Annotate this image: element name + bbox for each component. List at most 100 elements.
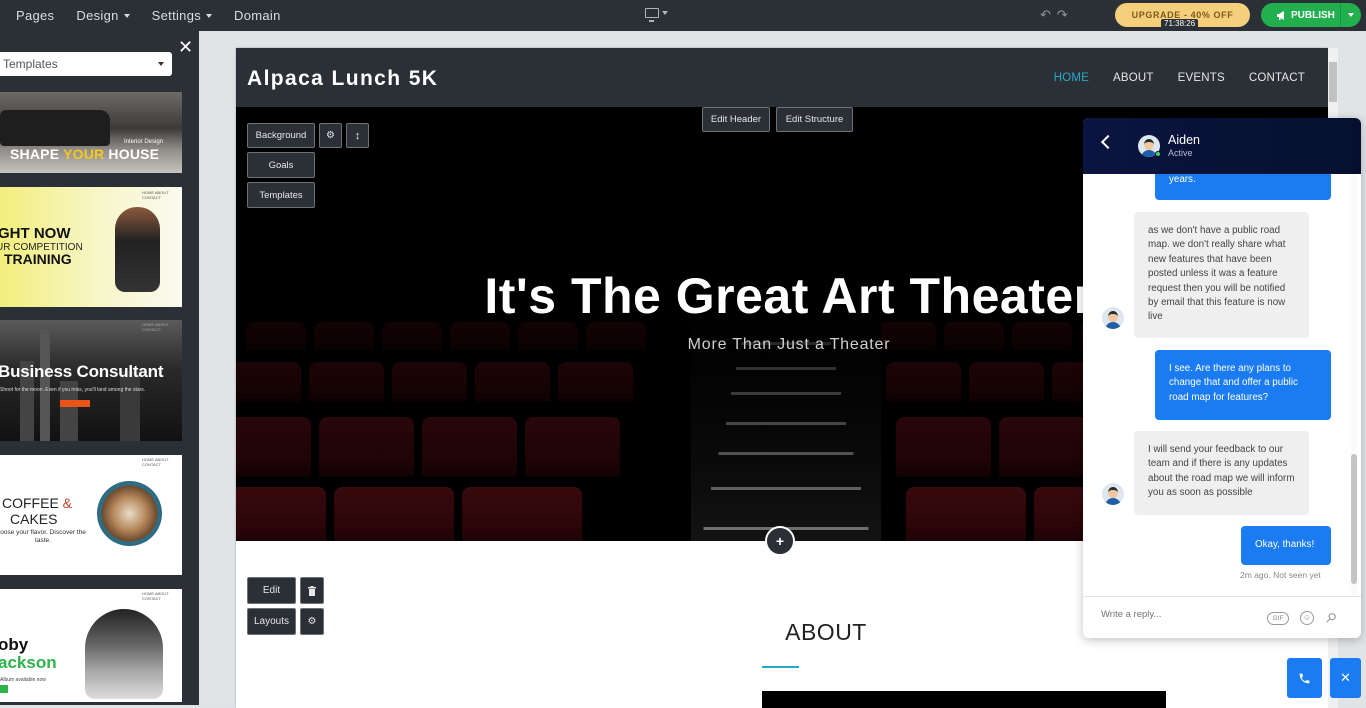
- sofa-image: [0, 110, 110, 146]
- publish-button-group: PUBLISH: [1261, 3, 1361, 27]
- nav-settings[interactable]: Settings: [151, 8, 213, 23]
- coffee-cup-image: [97, 481, 162, 546]
- avatar: [1102, 483, 1124, 505]
- attachment-icon[interactable]: ⚲: [1322, 609, 1339, 627]
- building-shape: [40, 331, 50, 441]
- template-title: SHAPE YOUR HOUSE: [10, 146, 160, 162]
- undo-icon[interactable]: ↶: [1040, 7, 1051, 23]
- templates-panel: ✕ Templates Interior Design SHAPE YOUR H…: [0, 31, 199, 705]
- chat-message-user: years.: [1155, 174, 1331, 200]
- about-divider: [762, 666, 799, 668]
- gif-icon[interactable]: GIF: [1267, 612, 1289, 625]
- template-nav: HOME ABOUT CONTACT: [142, 190, 169, 200]
- agent-status: Active: [1168, 148, 1193, 158]
- site-nav-events[interactable]: EVENTS: [1178, 72, 1225, 84]
- agent-name: Aiden: [1168, 133, 1200, 147]
- history-controls: ↶ ↷: [1040, 7, 1068, 23]
- chat-scrollbar[interactable]: [1349, 174, 1359, 596]
- publish-button[interactable]: PUBLISH: [1261, 3, 1340, 27]
- megaphone-icon: [1277, 10, 1284, 20]
- message-status: 2m ago. Not seen yet: [1240, 570, 1321, 580]
- site-header[interactable]: Alpaca Lunch 5K HOME ABOUT EVENTS CONTAC…: [236, 48, 1328, 107]
- site-nav-contact[interactable]: CONTACT: [1249, 72, 1305, 84]
- about-image[interactable]: [762, 691, 1166, 708]
- back-icon[interactable]: [1100, 134, 1116, 150]
- chevron-down-icon: [158, 62, 164, 66]
- template-title: GHT NOW: [0, 225, 71, 242]
- nav-design-label: Design: [76, 8, 119, 23]
- nav-pages[interactable]: Pages: [16, 8, 54, 23]
- template-subtitle: Album available now: [0, 677, 46, 683]
- template-category-value: Templates: [3, 57, 58, 71]
- template-thumbnail-business[interactable]: HOME ABOUT CONTACT Business Consultant S…: [0, 320, 182, 441]
- online-indicator: [1155, 151, 1161, 157]
- device-switcher[interactable]: [645, 8, 668, 22]
- template-title: Business Consultant: [0, 362, 164, 381]
- close-icon[interactable]: ✕: [178, 38, 193, 56]
- templates-button[interactable]: Templates: [247, 182, 315, 208]
- close-icon[interactable]: ✕: [1330, 658, 1361, 698]
- chat-message-user: I see. Are there any plans to change tha…: [1155, 350, 1331, 420]
- template-subtitle: oose your flavor. Discover the taste.: [0, 529, 86, 544]
- template-nav: HOME ABOUT CONTACT: [142, 322, 169, 332]
- chat-header: Aiden Active: [1083, 118, 1361, 174]
- top-toolbar: Pages Design Settings Domain ↶ ↷ UPGRADE…: [0, 0, 1366, 31]
- nav-domain[interactable]: Domain: [234, 8, 281, 23]
- nav-domain-label: Domain: [234, 8, 281, 23]
- chevron-down-icon: [206, 13, 213, 18]
- chat-composer: GIF ☺ ⚲: [1083, 596, 1361, 638]
- chevron-down-icon: [1348, 13, 1354, 17]
- publish-options-button[interactable]: [1340, 3, 1361, 27]
- template-thumbnail-musician[interactable]: HOME ABOUT CONTACT oby ackson Album avai…: [0, 589, 182, 702]
- edit-section-button[interactable]: Edit: [247, 577, 296, 604]
- chat-reply-input[interactable]: [1101, 609, 1261, 620]
- template-title-2: ackson: [0, 653, 57, 672]
- emoji-icon[interactable]: ☺: [1300, 611, 1314, 625]
- template-title: oby: [0, 635, 29, 654]
- chevron-down-icon: [662, 11, 668, 15]
- trash-icon[interactable]: [300, 577, 324, 604]
- template-thumbnail-fitness[interactable]: HOME ABOUT CONTACT GHT NOW UR COMPETITIO…: [0, 187, 182, 307]
- template-category-select[interactable]: Templates: [0, 52, 172, 76]
- template-nav: HOME ABOUT CONTACT: [142, 457, 169, 467]
- edit-header-button[interactable]: Edit Header: [702, 107, 770, 132]
- template-cta: [0, 685, 8, 693]
- chevron-down-icon: [123, 13, 130, 18]
- nav-design[interactable]: Design: [76, 8, 130, 23]
- site-nav-home[interactable]: HOME: [1054, 72, 1089, 84]
- athlete-image: [115, 207, 160, 292]
- site-nav-about[interactable]: ABOUT: [1113, 72, 1154, 84]
- edit-structure-button[interactable]: Edit Structure: [776, 107, 853, 132]
- desktop-icon: [645, 8, 659, 22]
- site-nav: HOME ABOUT EVENTS CONTACT: [1054, 72, 1305, 84]
- chat-widget: Aiden Active years. as we don't have a p…: [1083, 118, 1361, 638]
- template-thumbnail-coffee[interactable]: HOME ABOUT CONTACT COFFEE & CAKES oose y…: [0, 455, 182, 575]
- resize-icon[interactable]: ↕: [346, 123, 369, 148]
- chat-message-agent: I will send your feedback to our team an…: [1134, 431, 1309, 515]
- nav-pages-label: Pages: [16, 8, 55, 23]
- chat-messages: years. as we don't have a public road ma…: [1083, 174, 1361, 596]
- redo-icon[interactable]: ↷: [1057, 7, 1068, 23]
- background-button[interactable]: Background: [247, 123, 315, 148]
- add-section-button[interactable]: +: [765, 526, 795, 556]
- chat-message-user: Okay, thanks!: [1241, 526, 1331, 565]
- portrait-image: [85, 609, 163, 699]
- avatar: [1102, 307, 1124, 329]
- template-title-2: CAKES: [10, 511, 58, 527]
- site-logo[interactable]: Alpaca Lunch 5K: [247, 67, 438, 91]
- template-subtitle: Shoot for the moon. Even if you miss, yo…: [0, 387, 146, 393]
- template-subtitle: Interior Design: [124, 139, 164, 145]
- template-cta: [60, 400, 90, 407]
- chat-message-agent: as we don't have a public road map. we d…: [1134, 212, 1309, 338]
- gear-icon[interactable]: ⚙: [319, 123, 342, 148]
- template-title-2: TRAINING: [4, 251, 72, 267]
- publish-label: PUBLISH: [1291, 9, 1335, 21]
- top-nav: Pages Design Settings Domain: [16, 0, 281, 31]
- goals-button[interactable]: Goals: [247, 152, 315, 178]
- template-title: COFFEE &: [2, 495, 73, 511]
- phone-icon[interactable]: [1287, 658, 1322, 698]
- upgrade-timer: 71:38:26: [1161, 19, 1199, 29]
- template-thumbnail-interior[interactable]: Interior Design SHAPE YOUR HOUSE: [0, 92, 182, 173]
- nav-settings-label: Settings: [151, 8, 202, 23]
- template-nav: HOME ABOUT CONTACT: [142, 591, 169, 601]
